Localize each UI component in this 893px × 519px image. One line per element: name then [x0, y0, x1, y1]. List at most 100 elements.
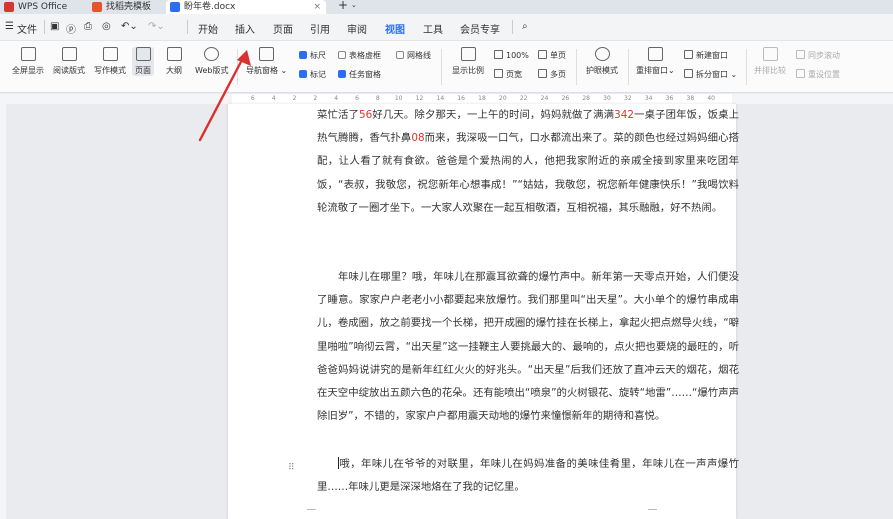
table-gridlines-checkbox[interactable]: 表格虚框	[338, 50, 381, 61]
highlighted-number: 08	[411, 132, 425, 145]
menu-review[interactable]: 审阅	[347, 21, 367, 36]
checkbox-label: 任务窗格	[349, 70, 381, 79]
checkbox-label: 标尺	[310, 51, 326, 60]
paragraph-firecrackers[interactable]: 年味儿在哪里？哦，年味儿在那震耳欲聋的爆竹声中。新年第一天零点开始，人们便没了睡…	[317, 266, 739, 428]
tab-wps-office[interactable]: WPS Office	[0, 0, 88, 14]
new-window-button[interactable]: 新建窗口	[684, 50, 728, 61]
ruler-mark: 6	[250, 95, 255, 102]
menu-file[interactable]: 文件	[17, 21, 37, 36]
ruler-mark: 4	[334, 95, 339, 102]
zoom-button[interactable]: 显示比例	[452, 47, 484, 76]
page-corner-mark	[307, 509, 316, 519]
divider	[576, 49, 577, 85]
ruler-mark: 2	[292, 95, 297, 102]
button-label: 护眼模式	[586, 66, 618, 75]
word-doc-icon	[170, 2, 180, 12]
chevron-down-icon: ⌄	[728, 70, 738, 79]
ruler-mark: 32	[624, 95, 632, 102]
ruler-mark: 6	[355, 95, 359, 102]
paragraph-dinner[interactable]: 菜忙活了56好几天。除夕那天，一上午的时间，妈妈就做了满满342一桌子团年饭，饭…	[317, 104, 739, 220]
divider	[512, 20, 513, 34]
eye-protection-button[interactable]: 护眼模式	[586, 47, 618, 76]
chevron-down-icon: ⌄	[668, 66, 675, 75]
ruler-mark: 2	[313, 95, 318, 102]
divider	[746, 49, 747, 85]
split-window-button[interactable]: 拆分窗口 ⌄	[684, 69, 737, 80]
export-pdf-icon[interactable]: ⓟ	[66, 21, 76, 36]
print-preview-icon[interactable]: ◎	[102, 21, 111, 32]
wps-logo-icon	[4, 2, 14, 12]
button-label: 100%	[506, 51, 529, 60]
ruler-mark: 26	[561, 95, 570, 102]
sync-scroll-icon	[796, 50, 805, 59]
markup-checkbox[interactable]: 标记	[299, 69, 326, 80]
tab-template[interactable]: 找稻壳模板	[88, 0, 166, 14]
redo-icon[interactable]: ↷⌄	[148, 21, 165, 32]
ruler-mark: 20	[499, 95, 507, 102]
hamburger-menu-icon[interactable]: ☰	[5, 21, 14, 32]
globe-icon	[204, 47, 220, 61]
checkbox-unchecked-icon	[396, 51, 404, 59]
reset-position-button[interactable]: 重设位置	[796, 69, 840, 80]
button-label: 页宽	[506, 70, 522, 79]
reset-position-icon	[796, 69, 805, 78]
fullscreen-button[interactable]: 全屏显示	[12, 47, 44, 76]
menu-insert[interactable]: 插入	[235, 21, 255, 36]
zoom-100-button[interactable]: 100%	[494, 50, 529, 60]
gridlines-checkbox[interactable]: 网格线	[396, 50, 431, 61]
button-label: 阅读版式	[53, 66, 85, 75]
menu-view[interactable]: 视图	[384, 21, 406, 43]
reading-layout-button[interactable]: 阅读版式	[53, 47, 85, 76]
menu-references[interactable]: 引用	[310, 21, 330, 36]
vertical-ruler[interactable]	[0, 104, 6, 519]
undo-icon[interactable]: ↶⌄	[121, 21, 138, 32]
document-page[interactable]: 菜忙活了56好几天。除夕那天，一上午的时间，妈妈就做了满满342一桌子团年饭，饭…	[228, 104, 739, 519]
save-icon[interactable]: ▣	[50, 21, 59, 32]
menu-bar: ☰ 文件 ▣ ⓟ ⎙ ◎ ↶⌄ ↷⌄ 开始 插入 页面 引用 审阅 视图 工具 …	[0, 14, 893, 43]
divider	[44, 20, 45, 34]
paragraph-drag-handle-icon[interactable]: ⠿	[288, 463, 295, 473]
page-icon	[135, 47, 151, 61]
page-width-button[interactable]: 页宽	[494, 69, 522, 80]
ruler-mark: 24	[540, 95, 549, 102]
checkbox-checked-icon	[299, 51, 307, 59]
compare-icon	[762, 47, 778, 61]
web-layout-button[interactable]: Web版式	[195, 47, 228, 76]
task-pane-checkbox[interactable]: 任务窗格	[338, 69, 381, 80]
divider	[628, 49, 629, 85]
ribbon-view: 全屏显示 阅读版式 写作模式 页面 大纲 Web版式 导航窗格 ⌄ 标尺 表格虚…	[0, 41, 893, 93]
sync-scroll-button[interactable]: 同步滚动	[796, 50, 840, 61]
tab-label: 盼年卷.docx	[184, 2, 236, 12]
menu-page[interactable]: 页面	[273, 21, 293, 36]
checkbox-label: 标记	[310, 70, 326, 79]
tab-label: WPS Office	[18, 2, 68, 12]
horizontal-ruler[interactable]: 6 4 2 2 4 6 8 10 12 14 16 18 20 22 24 26 28 30 32 34 36 38 40	[232, 94, 732, 104]
navigation-pane-button[interactable]: 导航窗格 ⌄	[246, 47, 287, 76]
close-tab-icon[interactable]: ×	[313, 0, 321, 14]
tab-document[interactable]: 盼年卷.docx ×	[166, 0, 326, 14]
divider	[441, 49, 442, 85]
page-layout-button[interactable]: 页面	[132, 47, 154, 76]
ruler-mark: 34	[644, 95, 653, 102]
chevron-down-icon[interactable]: ⌄	[351, 1, 357, 9]
paragraph-text: 好几天。除夕那天，一上午的时间，妈妈就做了满满	[372, 109, 615, 121]
paragraph-memory[interactable]: 哦，年味儿在爷爷的对联里，年味儿在妈妈准备的美味佳肴里，年味儿在一声声爆竹里………	[317, 453, 739, 499]
button-label: 新建窗口	[696, 51, 728, 60]
divider	[187, 20, 188, 34]
checkbox-unchecked-icon	[338, 51, 346, 59]
single-page-button[interactable]: 单页	[538, 50, 566, 61]
writing-mode-button[interactable]: 写作模式	[94, 47, 126, 76]
menu-home[interactable]: 开始	[198, 21, 218, 36]
ruler-mark: 18	[478, 95, 486, 102]
print-icon[interactable]: ⎙	[84, 21, 92, 32]
side-by-side-button[interactable]: 并排比较	[754, 47, 786, 76]
menu-member[interactable]: 会员专享	[460, 21, 500, 36]
multi-page-button[interactable]: 多页	[538, 69, 566, 80]
new-tab-button[interactable]: +	[338, 0, 348, 12]
search-icon[interactable]: ⌕	[522, 21, 528, 32]
outline-button[interactable]: 大纲	[166, 47, 182, 76]
menu-tools[interactable]: 工具	[423, 21, 443, 36]
new-window-icon	[684, 50, 693, 59]
ruler-checkbox[interactable]: 标尺	[299, 50, 326, 61]
arrange-windows-button[interactable]: 重排窗口⌄	[636, 47, 675, 76]
